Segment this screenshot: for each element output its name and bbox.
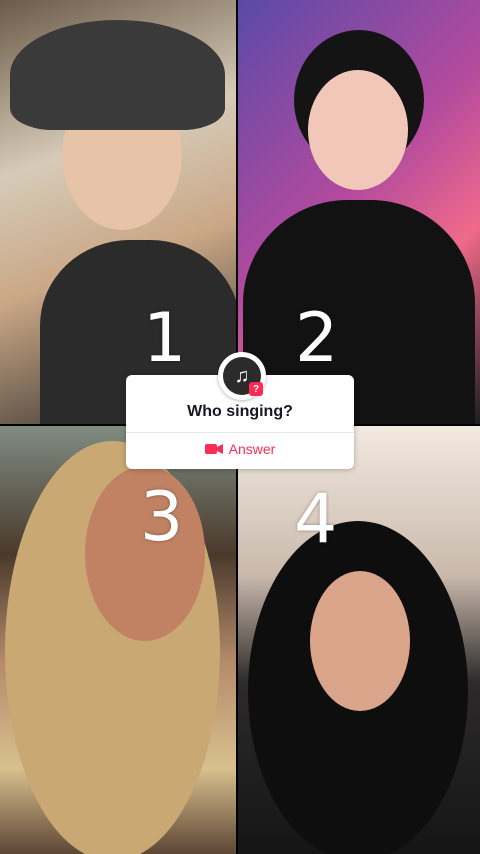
- panel-number: 2: [295, 299, 339, 378]
- panel-number: 1: [143, 299, 187, 378]
- panel-number: 3: [140, 478, 184, 557]
- video-panel-4[interactable]: 4: [238, 426, 480, 854]
- question-badge-icon: ?: [249, 382, 263, 396]
- question-text: Who singing?: [187, 403, 293, 420]
- answer-label: Answer: [228, 441, 276, 457]
- singer-face: [310, 571, 410, 711]
- video-panel-1[interactable]: 1: [0, 0, 236, 424]
- video-camera-icon: [204, 444, 223, 454]
- panel-number: 4: [294, 480, 338, 559]
- video-panel-3[interactable]: 3: [0, 426, 236, 854]
- cap-graphic: [10, 20, 225, 130]
- card-divider: [126, 432, 354, 433]
- singer-face: [308, 70, 408, 190]
- answer-button[interactable]: Answer: [126, 441, 354, 457]
- video-panel-2[interactable]: 2: [238, 0, 480, 424]
